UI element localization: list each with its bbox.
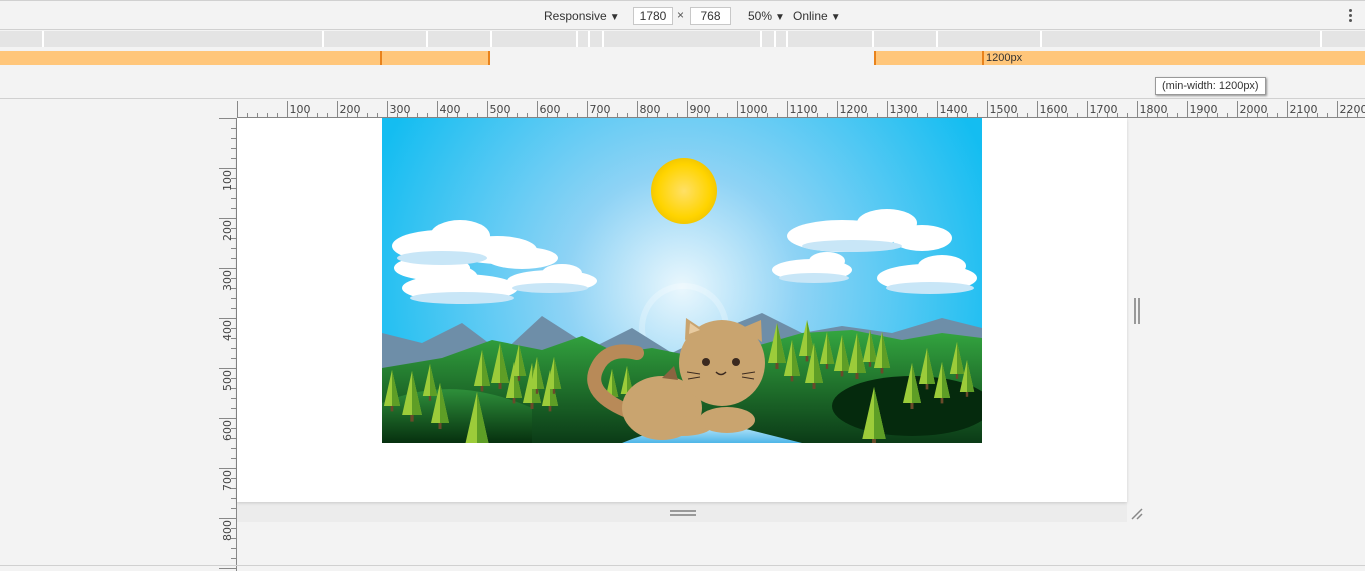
ruler-label: 800	[221, 520, 234, 541]
ruler-label: 2000	[1240, 103, 1268, 116]
emulated-viewport[interactable]	[237, 118, 1127, 502]
ruler-label: 300	[390, 103, 411, 116]
ruler-label: 100	[221, 170, 234, 191]
chevron-down-icon: ▼	[830, 12, 841, 23]
ruler-label: 200	[340, 103, 361, 116]
media-query-bar[interactable]	[44, 31, 324, 47]
media-query-bar[interactable]	[492, 31, 578, 47]
ruler-label: 1800	[1140, 103, 1168, 116]
ruler-label: 2200	[1340, 103, 1365, 116]
ruler-label: 1500	[990, 103, 1018, 116]
ruler-label: 800	[640, 103, 661, 116]
ruler-label: 300	[221, 270, 234, 291]
ruler-label: 1100	[790, 103, 818, 116]
ruler-label: 100	[290, 103, 311, 116]
toolbar-divider	[0, 98, 1365, 99]
ruler-label: 500	[221, 370, 234, 391]
vertical-ellipsis-icon[interactable]	[1349, 9, 1353, 23]
corner-resize-icon[interactable]	[1130, 507, 1144, 521]
chevron-down-icon: ▼	[775, 12, 785, 23]
media-query-bar[interactable]	[1322, 31, 1365, 47]
devtools-device-mode: Responsive▼ × 50%▼ Online▼ 1200px (min-w…	[0, 0, 1365, 571]
media-query-bar[interactable]	[428, 31, 492, 47]
ruler-label: 400	[221, 320, 234, 341]
zoom-select-label: 50%	[748, 9, 773, 23]
throttle-select[interactable]: Online ▼	[793, 8, 841, 24]
sun	[651, 158, 717, 224]
device-toolbar: Responsive▼ × 50%▼ Online▼	[0, 0, 1365, 30]
media-query-bar[interactable]	[762, 31, 776, 47]
ruler-label: 900	[690, 103, 711, 116]
zoom-select[interactable]: 50% ▼	[748, 8, 785, 24]
media-query-bar[interactable]	[938, 31, 1042, 47]
media-query-marker	[874, 51, 876, 65]
device-select-label: Responsive	[544, 9, 607, 23]
ruler-label: 1600	[1040, 103, 1068, 116]
landscape-illustration	[382, 118, 982, 443]
min-width-media-query-bar[interactable]	[0, 51, 490, 65]
media-query-label: 1200px	[986, 52, 1023, 64]
ruler-label: 1900	[1190, 103, 1218, 116]
media-query-bar[interactable]	[776, 31, 788, 47]
chevron-down-icon: ▼	[609, 12, 620, 23]
dimension-separator: ×	[677, 8, 685, 22]
ruler-label: 600	[540, 103, 561, 116]
ruler-label: 600	[221, 420, 234, 441]
media-query-bar[interactable]	[788, 31, 874, 47]
ruler-label: 700	[590, 103, 611, 116]
ruler-label: 1000	[740, 103, 768, 116]
width-input[interactable]	[633, 7, 673, 25]
device-select[interactable]: Responsive ▼	[544, 8, 620, 24]
ruler-label: 1300	[890, 103, 918, 116]
media-query-bar[interactable]	[0, 31, 44, 47]
vertical-ruler: 100 200 300 400 500 600 700 800	[219, 118, 237, 571]
media-query-bar[interactable]	[590, 31, 604, 47]
horizontal-ruler: 100 200 300 400 500 600 700 800 900 1000 1100 1200 1…	[237, 101, 1365, 118]
panel-bottom-border	[0, 565, 1365, 566]
media-query-marker	[488, 51, 490, 65]
media-query-bar[interactable]	[604, 31, 762, 47]
throttle-select-label: Online	[793, 9, 828, 23]
ruler-label: 1200	[840, 103, 868, 116]
media-query-bar[interactable]	[324, 31, 428, 47]
ruler-label: 400	[440, 103, 461, 116]
ruler-label: 1400	[940, 103, 968, 116]
ruler-label: 1700	[1090, 103, 1118, 116]
media-query-tooltip: (min-width: 1200px)	[1155, 77, 1266, 95]
media-query-marker	[982, 51, 984, 65]
ruler-label: 700	[221, 470, 234, 491]
ruler-label: 2100	[1290, 103, 1318, 116]
resize-width-handle[interactable]	[1134, 298, 1140, 324]
min-width-media-query-bar-active[interactable]	[874, 51, 1365, 65]
ruler-label: 200	[221, 220, 234, 241]
media-query-bar[interactable]	[578, 31, 590, 47]
media-query-bar[interactable]	[1042, 31, 1322, 47]
media-query-marker	[380, 51, 382, 65]
height-input[interactable]	[690, 7, 731, 25]
media-query-bar[interactable]	[874, 31, 938, 47]
resize-height-handle[interactable]	[670, 510, 696, 516]
ruler-label: 500	[490, 103, 511, 116]
